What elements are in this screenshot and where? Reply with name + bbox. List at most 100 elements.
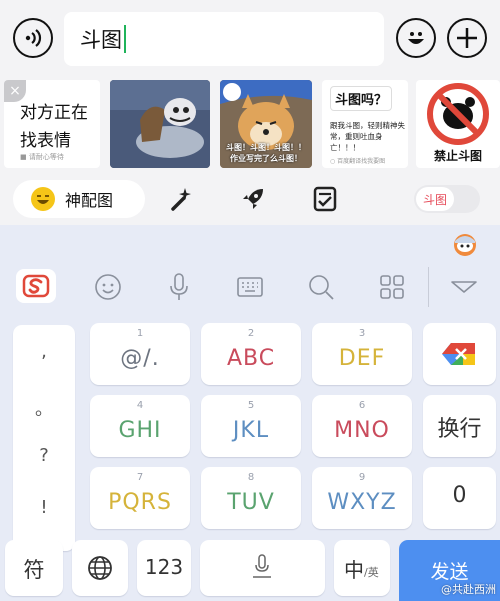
keyboard-icon [237, 277, 263, 297]
keyboard: , 。 ? ! 1 @/. 2 ABC 3 DEF 4 GHI 5 JKL 6 … [0, 225, 500, 601]
microphone-icon [170, 273, 188, 300]
message-input[interactable]: 斗图 [64, 12, 384, 66]
punct-period-key[interactable]: 。 [13, 395, 75, 421]
key-letters: PQRS [108, 490, 172, 515]
key-9[interactable]: 9 WXYZ [312, 467, 412, 529]
key-letters: TUV [227, 490, 275, 515]
voice-icon [25, 29, 42, 47]
sticker-suggestion-strip: × 对方正在 找表情 ■ 请耐心等待 斗图！斗图！斗图！！ 作业写完了么斗图！ … [0, 78, 500, 173]
smiley-outline-icon [95, 274, 121, 300]
search-button[interactable] [303, 271, 339, 303]
key-letters: JKL [232, 418, 270, 443]
key-2[interactable]: 2 ABC [201, 323, 301, 385]
punct-comma-key[interactable]: , [13, 341, 75, 362]
lang-main-label: 中 [344, 558, 364, 582]
key-letters: ABC [226, 346, 276, 371]
text-caret [124, 25, 126, 53]
magic-wand-icon [171, 188, 191, 211]
search-icon [309, 275, 334, 300]
watermark: @共赴西洲 [441, 583, 496, 596]
voice-button[interactable] [13, 18, 53, 58]
emoji-button[interactable] [396, 18, 436, 58]
checklist-button[interactable] [311, 185, 339, 213]
rocket-icon [243, 189, 263, 209]
key-letters: DEF [338, 346, 386, 371]
grid-icon [380, 275, 404, 299]
sticker-dog-caption-line2: 作业写完了么斗图！ [230, 154, 302, 163]
smiley-icon [408, 32, 424, 44]
key-number: 1 [136, 328, 144, 339]
newline-label: 换行 [437, 417, 482, 442]
key-number: 3 [358, 328, 366, 339]
prohibited-bear-icon [427, 83, 489, 145]
sticker-cartoon-cat[interactable] [110, 80, 210, 168]
chevron-down-icon [451, 281, 477, 293]
shen-peitu-button[interactable]: 神配图 [13, 180, 145, 218]
sticker-shiba-dog[interactable]: 斗图！斗图！斗图！！ 作业写完了么斗图！ [220, 80, 312, 168]
sticker-ban[interactable]: 禁止斗图 [416, 80, 500, 168]
magic-wand-button[interactable] [167, 185, 195, 213]
collapse-keyboard-button[interactable] [446, 271, 482, 303]
punct-exclamation-key[interactable]: ! [13, 497, 75, 518]
microphone-icon [253, 554, 271, 578]
key-1[interactable]: 1 @/. [90, 323, 190, 385]
more-button[interactable] [447, 18, 487, 58]
key-number: 5 [247, 400, 255, 411]
key-8[interactable]: 8 TUV [201, 467, 301, 529]
key-number: 8 [247, 472, 255, 483]
number-keyboard-label: 123 [144, 555, 184, 579]
key-5[interactable]: 5 JKL [201, 395, 301, 457]
sogou-logo-icon [22, 274, 50, 298]
punctuation-column[interactable]: , 。 ? ! [13, 325, 75, 551]
plus-icon [457, 28, 477, 48]
symbol-key[interactable]: 符 [5, 540, 63, 596]
mascot-icon [454, 234, 476, 256]
keyboard-layout-button[interactable] [232, 271, 268, 303]
feature-row: 神配图 斗图 [0, 173, 500, 225]
keyboard-toolbar [0, 263, 500, 311]
toolbar-divider [428, 267, 429, 307]
sticker-searching-caption: ■ 请耐心等待 [20, 153, 64, 161]
sticker-dog-caption: 斗图！斗图！斗图！！ 作业写完了么斗图！ [220, 142, 312, 164]
key-letters: MNO [334, 418, 390, 443]
apps-grid-button[interactable] [374, 271, 410, 303]
key-number: 2 [247, 328, 255, 339]
key-7[interactable]: 7 PQRS [90, 467, 190, 529]
chinese-english-toggle-key[interactable]: 中 /英 [334, 540, 390, 596]
key-4[interactable]: 4 GHI [90, 395, 190, 457]
sticker-text-card[interactable]: 斗图吗？ 跟我斗图，轻则精神失常，重则吐血身亡！！！ ○ 百度翻译找我要图 [322, 80, 408, 168]
key-3[interactable]: 3 DEF [312, 323, 412, 385]
sticker-searching-line1: 对方正在 [20, 103, 88, 123]
doutu-toggle[interactable]: 斗图 [414, 185, 480, 213]
zero-label: 0 [452, 483, 467, 508]
chat-input-bar: 斗图 [0, 0, 500, 78]
key-number: 6 [358, 400, 366, 411]
number-keyboard-key[interactable]: 123 [137, 540, 191, 596]
lang-sub-label: /英 [364, 566, 379, 579]
newline-key[interactable]: 换行 [423, 395, 496, 457]
sticker-searching-line2: 找表情 [20, 131, 71, 151]
sticker-searching[interactable]: × 对方正在 找表情 ■ 请耐心等待 [4, 80, 100, 168]
symbol-label: 符 [23, 558, 45, 582]
sticker-text-title: 斗图吗？ [330, 86, 393, 111]
doutu-toggle-label: 斗图 [416, 187, 454, 211]
delete-key[interactable] [423, 323, 496, 385]
sogou-logo-button[interactable] [16, 269, 56, 303]
emoji-panel-button[interactable] [90, 271, 126, 303]
laughing-face-icon [31, 187, 55, 211]
language-switch-key[interactable] [72, 540, 128, 596]
key-letters: GHI [118, 418, 162, 443]
sticker-dog-caption-line1: 斗图！斗图！斗图！！ [226, 143, 306, 152]
send-label: 发送 [430, 561, 469, 583]
key-number: 7 [136, 472, 144, 483]
voice-input-button[interactable] [161, 271, 197, 303]
sticker-text-body: 跟我斗图，轻则精神失常，重则吐血身亡！！！ [330, 121, 405, 152]
key-6[interactable]: 6 MNO [312, 395, 412, 457]
space-key[interactable] [200, 540, 325, 596]
punct-question-key[interactable]: ? [13, 445, 75, 466]
cartoon-cat-image [110, 80, 210, 168]
rocket-button[interactable] [239, 185, 267, 213]
globe-icon [88, 556, 112, 580]
zero-key[interactable]: 0 [423, 467, 496, 529]
checklist-icon [313, 186, 337, 212]
